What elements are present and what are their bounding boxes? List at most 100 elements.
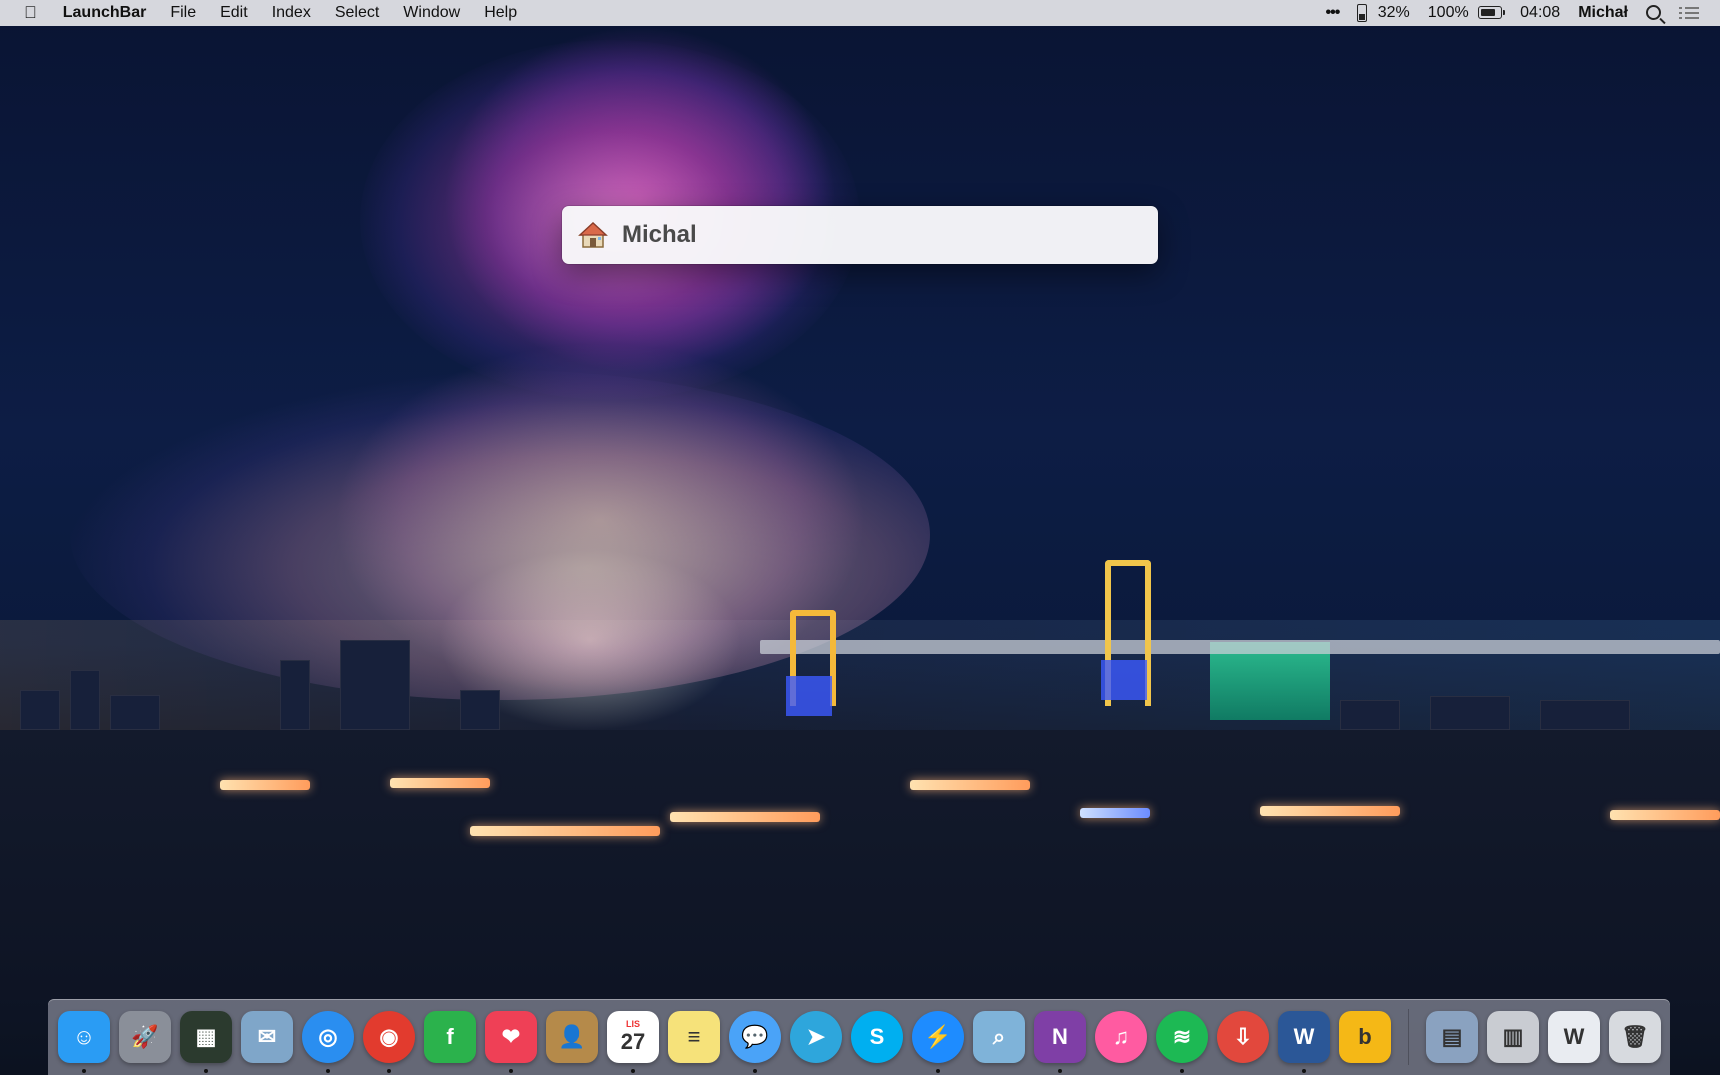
bridge-deck xyxy=(760,640,1720,654)
boat xyxy=(910,780,1030,790)
calendar-glyph: 27 xyxy=(620,1029,646,1054)
pocket-icon[interactable]: ❤ xyxy=(485,1011,537,1063)
phone-battery-percent: 32% xyxy=(1377,4,1410,21)
word-glyph: W xyxy=(1293,1024,1315,1049)
mission-control-glyph: ▦ xyxy=(195,1024,217,1049)
mission-control-icon[interactable]: ▦ xyxy=(180,1011,232,1063)
trash-icon[interactable]: 🗑 xyxy=(1609,1011,1661,1063)
phone-icon xyxy=(1357,3,1368,22)
launchpad-icon[interactable]: 🚀 xyxy=(119,1011,171,1063)
bing-glyph: b xyxy=(1358,1024,1372,1049)
spotify-icon[interactable]: ≋ xyxy=(1156,1011,1208,1063)
launchbar-query[interactable]: Michal xyxy=(622,221,697,249)
phone-battery-status[interactable]: 32% xyxy=(1348,0,1418,26)
boat xyxy=(470,826,660,836)
menu-index[interactable]: Index xyxy=(260,0,323,26)
calendar-icon[interactable]: LIS 27 xyxy=(607,1011,659,1063)
water xyxy=(0,730,1720,1000)
document-stack-icon[interactable]: ▥ xyxy=(1487,1011,1539,1063)
contacts-icon[interactable]: 👤 xyxy=(546,1011,598,1063)
city-skyline xyxy=(0,620,1720,730)
menu-app-name[interactable]: LaunchBar xyxy=(51,0,159,26)
telegram-icon[interactable]: ➤ xyxy=(790,1011,842,1063)
menu-select[interactable]: Select xyxy=(323,0,391,26)
launchbar-bar[interactable]: Michal xyxy=(562,206,1158,264)
word-icon[interactable]: W xyxy=(1278,1011,1330,1063)
notes-glyph: ≡ xyxy=(687,1024,701,1049)
boat xyxy=(390,778,490,788)
trash-glyph: 🗑 xyxy=(1621,1024,1649,1049)
boat xyxy=(1080,808,1150,818)
menu-file[interactable]: File xyxy=(158,0,208,26)
preview-icon[interactable]: ⌕ xyxy=(973,1011,1025,1063)
menu-help[interactable]: Help xyxy=(472,0,529,26)
contacts-glyph: 👤 xyxy=(558,1024,586,1049)
running-indicator xyxy=(387,1069,391,1073)
apple-icon[interactable]:  xyxy=(0,0,51,26)
photos-folder-icon[interactable]: ▤ xyxy=(1426,1011,1478,1063)
preview-glyph: ⌕ xyxy=(992,1024,1006,1049)
mail-glyph: ✉ xyxy=(257,1024,277,1049)
running-indicator xyxy=(753,1069,757,1073)
messages-icon[interactable]: 💬 xyxy=(729,1011,781,1063)
bridge-tower-base xyxy=(786,676,832,716)
boat xyxy=(670,812,820,822)
boat xyxy=(220,780,310,790)
battery-icon xyxy=(1478,6,1506,20)
skype-icon[interactable]: S xyxy=(851,1011,903,1063)
mail-icon[interactable]: ✉ xyxy=(241,1011,293,1063)
document-stack-glyph: ▥ xyxy=(1502,1024,1524,1049)
running-indicator xyxy=(509,1069,513,1073)
onenote-icon[interactable]: N xyxy=(1034,1011,1086,1063)
user-menu[interactable]: Michał xyxy=(1569,0,1637,26)
photos-folder-glyph: ▤ xyxy=(1441,1024,1463,1049)
running-indicator xyxy=(204,1069,208,1073)
running-indicator xyxy=(1180,1069,1184,1073)
bing-icon[interactable]: b xyxy=(1339,1011,1391,1063)
home-icon xyxy=(578,220,608,250)
notes-icon[interactable]: ≡ xyxy=(668,1011,720,1063)
messenger-icon[interactable]: ⚡ xyxy=(912,1011,964,1063)
feedly-glyph: f xyxy=(446,1024,454,1049)
skype-glyph: S xyxy=(869,1024,885,1049)
word-document-icon[interactable]: W xyxy=(1548,1011,1600,1063)
word-document-glyph: W xyxy=(1563,1024,1585,1049)
more-icon[interactable]: ••• xyxy=(1316,0,1348,26)
boat xyxy=(1260,806,1400,816)
menu-edit[interactable]: Edit xyxy=(208,0,260,26)
itunes-glyph: ♫ xyxy=(1112,1024,1130,1049)
spotlight-search-icon[interactable] xyxy=(1637,0,1670,26)
battery-status[interactable]: 100% xyxy=(1419,0,1511,26)
itunes-icon[interactable]: ♫ xyxy=(1095,1011,1147,1063)
dock-separator xyxy=(1408,1009,1409,1065)
messages-glyph: 💬 xyxy=(741,1024,769,1049)
spotify-glyph: ≋ xyxy=(1172,1024,1192,1049)
running-indicator xyxy=(936,1069,940,1073)
running-indicator xyxy=(82,1069,86,1073)
safari-icon[interactable]: ◎ xyxy=(302,1011,354,1063)
calendar-month-label: LIS xyxy=(625,1019,640,1029)
transmit-icon[interactable]: ⇩ xyxy=(1217,1011,1269,1063)
chrome-icon[interactable]: ◉ xyxy=(363,1011,415,1063)
running-indicator xyxy=(326,1069,330,1073)
onenote-glyph: N xyxy=(1052,1024,1068,1049)
bridge-tower-base xyxy=(1101,660,1147,700)
running-indicator xyxy=(1302,1069,1306,1073)
transmit-glyph: ⇩ xyxy=(1233,1024,1253,1049)
menu-window[interactable]: Window xyxy=(391,0,472,26)
desktop-wallpaper xyxy=(0,0,1720,1075)
menu-bar:  LaunchBar File Edit Index Select Windo… xyxy=(0,0,1720,26)
feedly-icon[interactable]: f xyxy=(424,1011,476,1063)
telegram-glyph: ➤ xyxy=(806,1024,826,1049)
pocket-glyph: ❤ xyxy=(501,1024,521,1049)
clock[interactable]: 04:08 xyxy=(1511,0,1569,26)
dock: ☺ 🚀 ▦ ✉ ◎ ◉ f ❤ 👤 LIS 27 ≡ 💬 ➤ S ⚡ ⌕ N ♫ ≋ ⇩ Wb ▤ ▥ W 🗑 xyxy=(48,999,1670,1075)
finder-glyph: ☺ xyxy=(72,1024,96,1049)
finder-icon[interactable]: ☺ xyxy=(58,1011,110,1063)
messenger-glyph: ⚡ xyxy=(924,1024,952,1049)
boat xyxy=(1610,810,1720,820)
notification-center-icon[interactable] xyxy=(1670,0,1708,26)
running-indicator xyxy=(631,1069,635,1073)
chrome-glyph: ◉ xyxy=(379,1024,399,1049)
launchpad-glyph: 🚀 xyxy=(131,1024,159,1049)
